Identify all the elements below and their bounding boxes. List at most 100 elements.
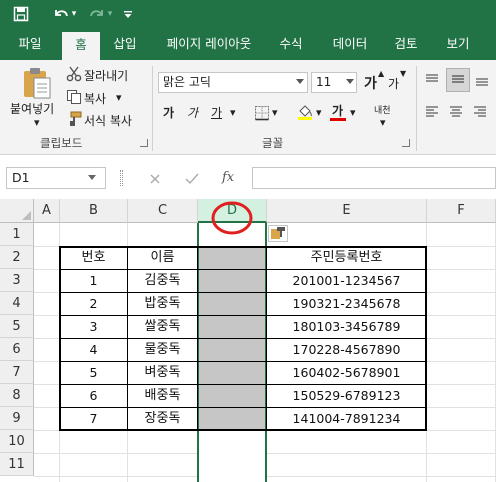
copy-button[interactable]: 복사 [84,90,106,107]
ribbon: 붙여넣기 ▾ 잘라내기 복사 ▾ 서식 복사 클립보드 맑은 고딕 11 가 ▲… [0,60,496,155]
row-header-10[interactable]: 10 [0,430,34,453]
tab-insert[interactable]: 삽입 [105,28,145,60]
row-header-1[interactable]: 1 [0,223,34,246]
title-bar: ▾ ▾ [0,0,496,28]
cell-name[interactable]: 밥중독 [128,292,197,315]
cell-rrn[interactable]: 180103-3456789 [267,315,426,338]
tab-home[interactable]: 홈 [62,32,100,60]
borders-dropdown-icon[interactable]: ▾ [272,106,278,119]
copy-dropdown-icon[interactable]: ▾ [116,91,122,104]
phonetic-dropdown-icon[interactable]: ▾ [380,116,386,129]
row-header-4[interactable]: 4 [0,292,34,315]
row-header-9[interactable]: 9 [0,407,34,430]
tab-view[interactable]: 보기 [436,28,480,60]
group-divider [416,66,417,151]
cell-name[interactable]: 물중독 [128,338,197,361]
phonetic-guide-button[interactable]: 내천 [374,103,391,116]
cell-num[interactable]: 2 [60,292,127,315]
align-right-icon[interactable] [472,104,488,124]
formula-bar-grip[interactable] [120,170,123,186]
borders-icon[interactable] [254,105,270,125]
paste-options-icon[interactable] [268,225,288,242]
cell-rrn[interactable]: 160402-5678901 [267,361,426,384]
cell-rrn[interactable]: 141004-7891234 [267,407,426,430]
column-header-c[interactable]: C [128,199,198,223]
paste-dropdown-icon[interactable]: ▾ [34,116,40,129]
cell-num[interactable]: 5 [60,361,127,384]
tab-file[interactable]: 파일 [8,28,52,60]
table-header-rrn[interactable]: 주민등록번호 [267,246,426,269]
ribbon-tabs: 파일 홈 삽입 페이지 레이아웃 수식 데이터 검토 보기 [0,28,496,60]
row-header-5[interactable]: 5 [0,315,34,338]
cell-num[interactable]: 3 [60,315,127,338]
format-painter-icon[interactable] [66,111,82,131]
font-size-dropdown-icon[interactable] [346,79,354,84]
underline-dropdown-icon[interactable]: ▾ [230,106,236,119]
paste-icon[interactable] [22,66,52,104]
copy-icon[interactable] [66,89,82,109]
cell-num[interactable]: 7 [60,407,127,430]
customize-qat-icon[interactable] [120,2,136,26]
increase-font-size-button[interactable]: 가 [364,73,377,93]
font-color-button[interactable]: 가 [332,102,343,119]
align-top-icon[interactable] [424,72,440,92]
column-header-f[interactable]: F [427,199,496,223]
cell-name[interactable]: 배중독 [128,384,197,407]
bold-button[interactable]: 가 [163,104,174,121]
tab-formulas[interactable]: 수식 [268,28,314,60]
font-name-select[interactable]: 맑은 고딕 [158,72,308,93]
cell-num[interactable]: 6 [60,384,127,407]
cell-name[interactable]: 김중독 [128,269,197,292]
tab-review[interactable]: 검토 [384,28,428,60]
fill-color-icon[interactable] [296,103,314,125]
clipboard-launcher-icon[interactable] [140,139,148,147]
font-color-dropdown-icon[interactable]: ▾ [350,106,356,119]
tab-data[interactable]: 데이터 [322,28,378,60]
x-icon[interactable] [148,171,162,190]
table-header-name[interactable]: 이름 [128,246,197,269]
italic-button[interactable]: 가 [187,104,198,121]
cell-name[interactable]: 쌀중독 [128,315,197,338]
cut-icon[interactable] [66,66,82,86]
fill-color-dropdown-icon[interactable]: ▾ [316,106,322,119]
row-header-2[interactable]: 2 [0,246,34,269]
font-group-label: 글꼴 [262,136,284,150]
underline-button[interactable]: 가 [211,104,222,121]
font-launcher-icon[interactable] [402,139,410,147]
tab-page-layout[interactable]: 페이지 레이아웃 [155,28,263,60]
row-header-7[interactable]: 7 [0,361,34,384]
formula-input[interactable] [252,167,496,189]
font-name-dropdown-icon[interactable] [296,79,304,84]
cell-name[interactable]: 벼중독 [128,361,197,384]
undo-dropdown-icon[interactable]: ▾ [68,2,80,26]
column-header-a[interactable]: A [34,199,60,223]
align-bottom-icon[interactable] [474,72,490,92]
cell-rrn[interactable]: 201001-1234567 [267,269,426,292]
paste-button[interactable]: 붙여넣기 [10,100,54,117]
cell-name[interactable]: 장중독 [128,407,197,430]
check-icon[interactable] [184,171,200,190]
row-header-3[interactable]: 3 [0,269,34,292]
format-painter-button[interactable]: 서식 복사 [84,112,132,129]
decrease-font-size-button[interactable]: 가 [388,75,399,92]
align-left-icon[interactable] [424,104,440,124]
cell-rrn[interactable]: 190321-2345678 [267,292,426,315]
row-header-11[interactable]: 11 [0,453,34,476]
insert-function-button[interactable]: fx [222,170,234,185]
row-header-8[interactable]: 8 [0,384,34,407]
row-header-6[interactable]: 6 [0,338,34,361]
column-header-b[interactable]: B [60,199,128,223]
name-box-dropdown-icon[interactable] [88,175,96,180]
cell-num[interactable]: 4 [60,338,127,361]
cell-rrn[interactable]: 170228-4567890 [267,338,426,361]
align-middle-button[interactable] [446,68,470,92]
save-icon[interactable] [10,2,32,26]
cut-button[interactable]: 잘라내기 [84,67,128,84]
cell-rrn[interactable]: 150529-6789123 [267,384,426,407]
table-col-line [197,246,198,431]
align-center-icon[interactable] [448,104,464,124]
table-header-num[interactable]: 번호 [60,246,127,269]
spreadsheet-grid: A B C D E F 1 2 3 4 5 6 7 8 9 10 11 번호 이… [0,199,496,482]
cell-num[interactable]: 1 [60,269,127,292]
column-header-e[interactable]: E [267,199,427,223]
